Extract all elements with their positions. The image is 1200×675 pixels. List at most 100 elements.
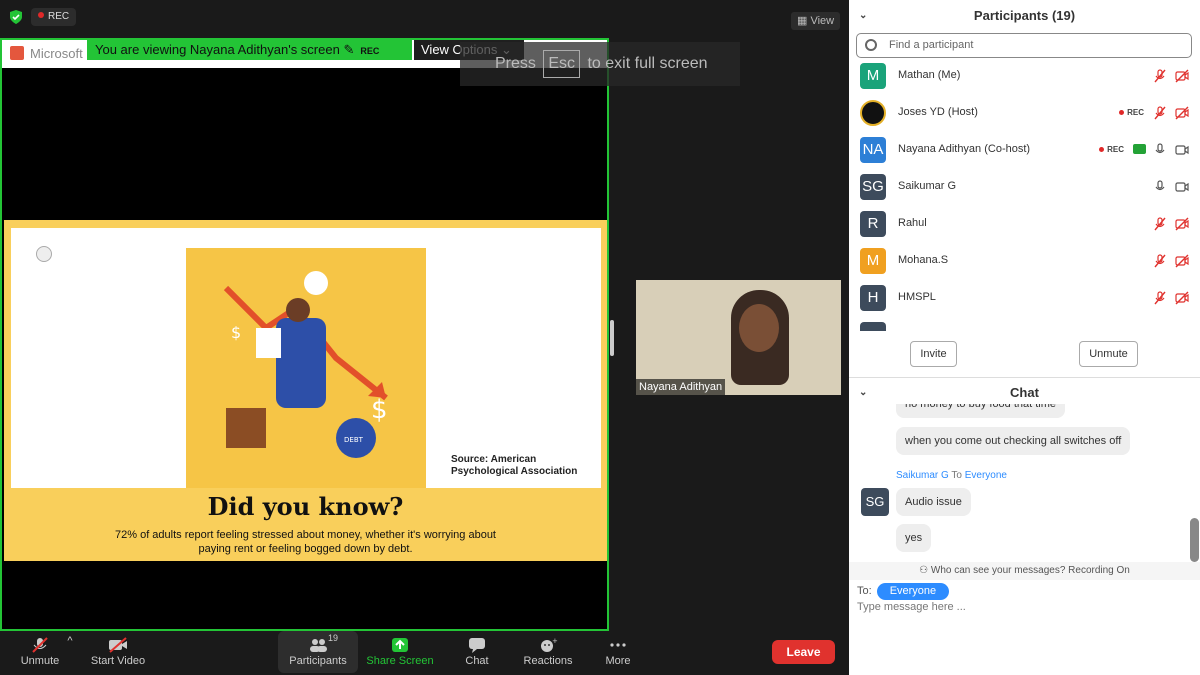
svg-text:+: + (552, 637, 558, 645)
organization-logo (36, 246, 52, 262)
security-shield-icon[interactable] (8, 9, 24, 25)
unmute-all-button[interactable]: Unmute (1079, 341, 1138, 367)
participant-search-input[interactable]: Find a participant (856, 33, 1192, 58)
participant-row[interactable]: H HMSPL (849, 281, 1200, 318)
chat-sender-to: To (951, 470, 962, 481)
mic-muted-icon (32, 637, 48, 653)
leave-button[interactable]: Leave (772, 640, 835, 664)
meeting-area: REC ▦ View Microsoft You are viewing Nay… (0, 0, 849, 675)
participant-avatar: M (860, 63, 886, 89)
chat-sender-line: Saikumar G To Everyone (896, 470, 1007, 481)
view-label: View (810, 15, 835, 27)
participant-avatar (860, 100, 886, 126)
person-lock-icon: ⚇ (919, 565, 931, 576)
microsoft-app-icon (10, 46, 24, 60)
participants-count: 19 (328, 633, 339, 643)
chat-message: yes (896, 524, 932, 552)
mic-muted-icon[interactable] (1153, 217, 1167, 231)
start-video-label: Start Video (90, 655, 146, 667)
mic-muted-icon: ✎ (339, 42, 355, 57)
stat-line-2: paying rent or feeling bogged down by de… (198, 543, 413, 555)
participant-row[interactable]: SG Saikumar G (849, 170, 1200, 207)
participant-row[interactable]: Joses YD (Host) REC (849, 96, 1200, 133)
chat-scrollbar[interactable] (1190, 518, 1199, 562)
debt-label: DEBT (344, 436, 364, 444)
participants-title: Participants (19) (973, 8, 1076, 23)
mic-icon[interactable] (1153, 180, 1167, 194)
more-button[interactable]: More (578, 633, 658, 667)
mic-muted-icon[interactable] (1153, 291, 1167, 305)
slide-heading: Did you know? (207, 492, 404, 521)
collapse-chevron-icon[interactable]: ⌄ (859, 0, 867, 32)
video-off-icon (109, 637, 127, 653)
video-off-icon[interactable] (1175, 291, 1189, 305)
participant-name: Joses YD (Host) (898, 106, 978, 118)
video-tile[interactable]: Nayana Adithyan (636, 280, 841, 395)
svg-text:$: $ (371, 395, 388, 425)
mic-muted-icon[interactable] (1153, 254, 1167, 268)
collapse-chevron-icon[interactable]: ⌄ (859, 382, 867, 404)
participant-avatar: H (860, 285, 886, 311)
slide-source: Source: American Psychological Associatio… (451, 454, 591, 478)
recipient-select[interactable]: Everyone (876, 583, 950, 600)
recording-dot-icon (38, 12, 44, 18)
esc-hint-prefix: Press (495, 55, 536, 72)
chat-privacy-notice[interactable]: ⚇ Who can see your messages? Recording O… (849, 562, 1200, 580)
more-label: More (605, 655, 631, 667)
participant-row[interactable]: R Rahul (849, 207, 1200, 244)
participant-row[interactable]: M Mohana.S (849, 244, 1200, 281)
participant-list[interactable]: M Mathan (Me) Joses YD (Host) REC NA Nayana A… (849, 59, 1200, 331)
participant-avatar (860, 322, 886, 331)
participants-button[interactable]: 19 Participants (278, 631, 358, 673)
share-screen-label: Share Screen (366, 655, 434, 667)
chat-avatar: SG (861, 488, 889, 516)
video-tile-name: Nayana Adithyan (636, 379, 726, 395)
mic-icon[interactable] (1153, 143, 1167, 157)
start-video-button[interactable]: Start Video (78, 633, 158, 667)
exit-fullscreen-hint: Press Esc to exit full screen (460, 42, 740, 86)
esc-hint-suffix: to exit full screen (587, 55, 708, 72)
esc-key: Esc (543, 50, 581, 78)
chat-message-input[interactable]: Type message here ... (857, 601, 966, 613)
mic-muted-icon[interactable] (1153, 106, 1167, 120)
participant-row[interactable]: M Mathan (Me) (849, 59, 1200, 96)
invite-button[interactable]: Invite (910, 341, 957, 367)
chat-header: ⌄ Chat (849, 382, 1200, 404)
banner-rec-label: REC (360, 46, 380, 56)
chat-sender-name[interactable]: Saikumar G (896, 470, 949, 481)
participant-row[interactable]: NA Nayana Adithyan (Co-host) REC (849, 133, 1200, 170)
video-off-icon[interactable] (1175, 69, 1189, 83)
chat-messages[interactable]: no money to buy food that time when you … (849, 404, 1200, 559)
participants-icon (310, 639, 327, 652)
chat-button[interactable]: Chat (437, 633, 517, 667)
share-screen-icon (392, 638, 408, 652)
participants-header: ⌄ Participants (19) (849, 0, 1200, 32)
chat-message: no money to buy food that time (896, 404, 1066, 418)
recording-badge[interactable]: REC (31, 8, 77, 26)
video-off-icon[interactable] (1175, 254, 1189, 268)
recording-label: REC (1107, 145, 1124, 154)
chat-title: Chat (1010, 385, 1039, 400)
recording-dot-icon (1099, 147, 1105, 152)
mic-muted-icon[interactable] (1153, 69, 1167, 83)
video-icon[interactable] (1175, 143, 1189, 157)
more-dots-icon (610, 643, 626, 647)
stressed-man-illustration: $ $ DEBT (186, 248, 426, 488)
share-screen-button[interactable]: Share Screen (360, 633, 440, 667)
participant-avatar: M (860, 248, 886, 274)
video-off-icon[interactable] (1175, 106, 1189, 120)
participant-avatar: SG (860, 174, 886, 200)
video-icon[interactable] (1175, 180, 1189, 194)
participant-row[interactable] (849, 318, 1200, 331)
reactions-button[interactable]: + Reactions (508, 633, 588, 667)
split-resize-handle[interactable] (610, 320, 614, 356)
view-button[interactable]: ▦ View (791, 12, 841, 30)
chat-icon (469, 638, 485, 653)
stat-line-1: 72% of adults report feeling stressed ab… (115, 529, 496, 541)
audio-options-caret[interactable]: ^ (60, 635, 80, 647)
video-off-icon[interactable] (1175, 217, 1189, 231)
side-panel: ⌄ Participants (19) Find a participant M… (849, 0, 1200, 675)
participants-label: Participants (289, 655, 347, 667)
participant-recording-badge: REC (1099, 145, 1124, 154)
participant-name: Saikumar G (898, 180, 957, 192)
